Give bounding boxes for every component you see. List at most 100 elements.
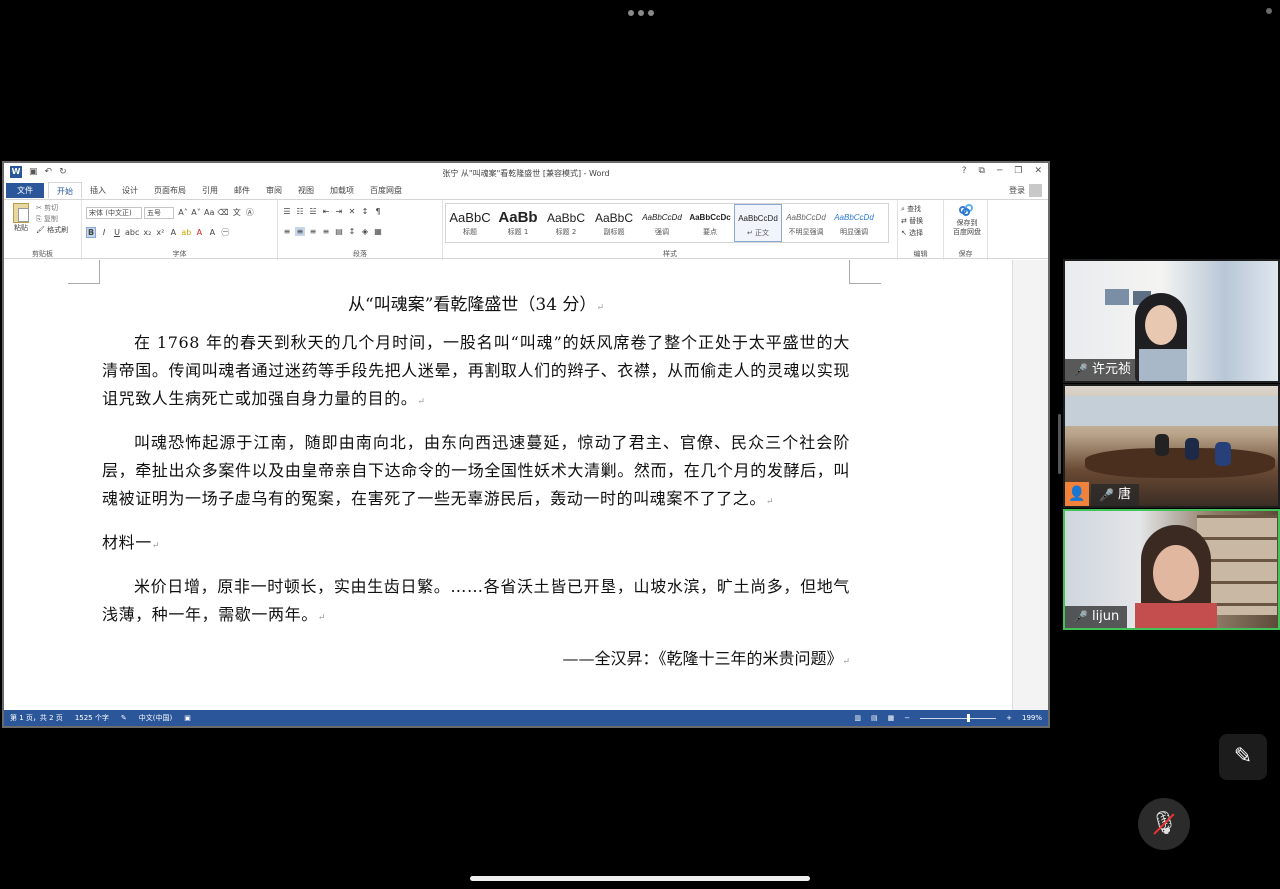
read-mode-icon[interactable]: ▥: [854, 710, 861, 726]
person-face: [1145, 305, 1177, 345]
align-left-icon[interactable]: ≡: [282, 227, 292, 236]
paragraph-1-text: 在 1768 年的春天到秋天的几个月时间，一股名叫“叫魂”的妖风席卷了整个正处于…: [102, 333, 850, 408]
style-emphasis[interactable]: AaBbCcDd 强调: [638, 204, 686, 242]
justify-icon[interactable]: ≡: [321, 227, 331, 236]
copy-button[interactable]: ⎘ 复制: [36, 214, 68, 225]
clipboard-group-label: 剪贴板: [32, 250, 53, 258]
underline-button[interactable]: U: [112, 228, 122, 237]
style-sample: AaBbC: [546, 211, 586, 225]
shrink-font-icon[interactable]: A˅: [191, 208, 201, 217]
bullets-icon[interactable]: ☰: [282, 207, 292, 216]
file-tab[interactable]: 文件: [6, 183, 44, 198]
align-right-icon[interactable]: ≡: [308, 227, 318, 236]
style-strong[interactable]: AaBbCcDc 要点: [686, 204, 734, 242]
numbering-icon[interactable]: ☷: [295, 207, 305, 216]
highlight-icon[interactable]: ab: [181, 228, 191, 237]
superscript-button[interactable]: x²: [155, 228, 165, 237]
change-case-icon[interactable]: Aa: [204, 208, 214, 217]
cut-button[interactable]: ✂ 剪切: [36, 203, 68, 214]
ribbon-display-button[interactable]: ⧉: [979, 166, 985, 176]
format-painter-button[interactable]: 🖌 格式刷: [36, 225, 68, 236]
tab-page-layout[interactable]: 页面布局: [146, 182, 194, 199]
zoom-in-button[interactable]: +: [1006, 710, 1012, 726]
style-intense-emphasis[interactable]: AaBbCcDd 明显强调: [830, 204, 878, 242]
shading-icon[interactable]: ◈: [360, 227, 370, 236]
style-subtle-emphasis[interactable]: AaBbCcDd 不明显强调: [782, 204, 830, 242]
web-layout-icon[interactable]: ▦: [888, 710, 895, 726]
borders-icon[interactable]: ▦: [373, 227, 383, 236]
minimize-button[interactable]: ─: [997, 166, 1002, 176]
increase-indent-icon[interactable]: ⇥: [334, 207, 344, 216]
text-effects-icon[interactable]: A: [168, 228, 178, 237]
sort-icon[interactable]: ↕: [360, 207, 370, 216]
panel-scroll-indicator[interactable]: [1058, 414, 1061, 474]
strikethrough-button[interactable]: abc: [125, 228, 139, 237]
close-button[interactable]: ✕: [1034, 166, 1042, 176]
mute-button[interactable]: 🎙: [1138, 798, 1190, 850]
vertical-scrollbar[interactable]: [1012, 260, 1048, 710]
phonetic-icon[interactable]: 文: [232, 207, 242, 218]
char-shading-icon[interactable]: A: [207, 228, 217, 237]
tab-home[interactable]: 开始: [48, 182, 82, 199]
zoom-level[interactable]: 199%: [1022, 710, 1042, 726]
tab-review[interactable]: 审阅: [258, 182, 290, 199]
grow-font-icon[interactable]: A˄: [178, 208, 188, 217]
login-link[interactable]: 登录: [1009, 185, 1025, 196]
tab-baidu-netdisk[interactable]: 百度网盘: [362, 182, 410, 199]
font-color-icon[interactable]: A: [194, 228, 204, 237]
italic-button[interactable]: I: [99, 228, 109, 237]
font-size-box[interactable]: 五号: [144, 207, 174, 219]
tab-references[interactable]: 引用: [194, 182, 226, 199]
macro-icon[interactable]: ▣: [184, 710, 191, 726]
style-normal[interactable]: AaBbCcDd ↵ 正文: [734, 204, 782, 242]
login-area[interactable]: 登录: [1009, 184, 1042, 197]
show-marks-icon[interactable]: ¶: [373, 207, 383, 216]
paste-button[interactable]: 粘贴: [10, 203, 32, 233]
participant-video-1[interactable]: 🎤 许元祯: [1063, 259, 1280, 383]
material-heading-text: 材料一: [102, 533, 152, 552]
bold-button[interactable]: B: [86, 227, 96, 238]
print-layout-icon[interactable]: ▤: [871, 710, 878, 726]
proofing-icon[interactable]: ✎: [121, 710, 127, 726]
save-to-netdisk-button[interactable]: 保存到 百度网盘: [950, 204, 984, 237]
participant-video-3[interactable]: 🎤 lijun: [1063, 509, 1280, 630]
subscript-button[interactable]: x₂: [142, 228, 152, 237]
tab-view[interactable]: 视图: [290, 182, 322, 199]
select-button[interactable]: ↖ 选择: [901, 227, 923, 239]
language[interactable]: 中文(中国): [139, 710, 172, 726]
help-button[interactable]: ?: [962, 166, 967, 176]
style-subtitle[interactable]: AaBbC 副标题: [590, 204, 638, 242]
multilevel-list-icon[interactable]: ☱: [308, 207, 318, 216]
clear-format-icon[interactable]: ⌫: [217, 208, 228, 217]
style-heading1[interactable]: AaBb 标题 1: [494, 204, 542, 242]
annotate-button[interactable]: ✎: [1219, 734, 1267, 780]
tab-design[interactable]: 设计: [114, 182, 146, 199]
tab-insert[interactable]: 插入: [82, 182, 114, 199]
tab-mailings[interactable]: 邮件: [226, 182, 258, 199]
enclose-char-icon[interactable]: ㊀: [220, 227, 230, 238]
line-spacing-icon[interactable]: ↕: [347, 227, 357, 236]
participant-name-tag: 🎤 唐: [1091, 484, 1139, 506]
page-count[interactable]: 第 1 页，共 2 页: [10, 710, 63, 726]
zoom-slider[interactable]: [920, 713, 997, 722]
style-heading2[interactable]: AaBbC 标题 2: [542, 204, 590, 242]
mic-icon: 🎤: [1073, 610, 1088, 624]
replace-button[interactable]: ⇄ 替换: [901, 215, 923, 227]
align-center-icon[interactable]: ≡: [295, 227, 305, 236]
decrease-indent-icon[interactable]: ⇤: [321, 207, 331, 216]
tab-addins[interactable]: 加载项: [322, 182, 362, 199]
restore-button[interactable]: ❐: [1014, 166, 1022, 176]
zoom-out-button[interactable]: −: [904, 710, 910, 726]
distributed-icon[interactable]: ▤: [334, 227, 344, 236]
home-indicator[interactable]: [470, 876, 810, 881]
participant-video-2[interactable]: 👤 🎤 唐: [1063, 384, 1280, 508]
top-menu-dots[interactable]: [628, 10, 654, 16]
document-area[interactable]: 从“叫魂案”看乾隆盛世（34 分）↵ 在 1768 年的春天到秋天的几个月时间，…: [4, 260, 1012, 710]
char-border-icon[interactable]: Ⓐ: [245, 207, 255, 218]
find-button[interactable]: ⌕ 查找: [901, 203, 923, 215]
word-count[interactable]: 1525 个字: [75, 710, 109, 726]
zoom-slider-thumb[interactable]: [967, 713, 971, 722]
asian-layout-icon[interactable]: ✕: [347, 207, 357, 216]
style-title[interactable]: AaBbC 标题: [446, 204, 494, 242]
font-name-box[interactable]: 宋体 (中文正): [86, 207, 142, 219]
